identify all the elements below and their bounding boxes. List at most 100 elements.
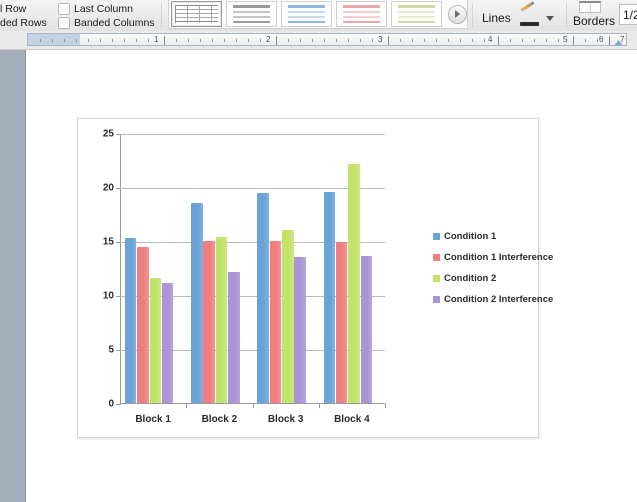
y-axis-tick-label: 15 bbox=[102, 236, 114, 248]
bar[interactable] bbox=[348, 164, 360, 403]
table-options-checkbox-group: l Row ded Rows Last Column Banded Column… bbox=[0, 0, 160, 31]
table-styles-gallery[interactable] bbox=[168, 0, 468, 29]
ruler-mark-3: 3 bbox=[378, 35, 383, 44]
legend-swatch-icon bbox=[433, 233, 440, 240]
x-axis-tick-mark bbox=[385, 404, 386, 408]
ruler-mark-4: 4 bbox=[488, 35, 493, 44]
x-axis-category-label: Block 1 bbox=[135, 414, 171, 425]
checkbox-banded-rows[interactable]: ded Rows bbox=[0, 16, 47, 30]
bar[interactable] bbox=[335, 242, 348, 403]
checkbox-box-icon[interactable] bbox=[58, 17, 70, 29]
checkbox-label: Banded Columns bbox=[74, 17, 155, 29]
checkbox-label: Last Column bbox=[74, 3, 133, 15]
table-style-plain[interactable] bbox=[171, 1, 222, 27]
bar[interactable] bbox=[360, 256, 373, 403]
y-axis-tick-label: 0 bbox=[108, 398, 114, 410]
table-style-red[interactable] bbox=[336, 1, 387, 27]
gridline bbox=[120, 188, 385, 189]
legend-item[interactable]: Condition 1 Interference bbox=[433, 247, 553, 268]
bar[interactable] bbox=[124, 237, 137, 403]
legend-swatch-icon bbox=[433, 296, 440, 303]
y-axis-tick-mark bbox=[116, 188, 120, 189]
ruler-indent-region bbox=[28, 34, 80, 45]
checkbox-label: l Row bbox=[0, 3, 27, 15]
legend-item[interactable]: Condition 2 Interference bbox=[433, 289, 553, 310]
style-preview-grid bbox=[285, 5, 328, 23]
table-style-green[interactable] bbox=[391, 1, 442, 27]
checkbox-banded-columns[interactable]: Banded Columns bbox=[58, 16, 155, 30]
ruler-mark-2: 2 bbox=[266, 35, 271, 44]
chart-legend: Condition 1 Condition 1 Interference Condi… bbox=[433, 226, 553, 310]
ruler-mark-6: 6 bbox=[599, 35, 604, 44]
y-axis-tick-label: 20 bbox=[102, 182, 114, 194]
ribbon-divider bbox=[472, 3, 473, 28]
y-axis-tick-label: 10 bbox=[102, 290, 114, 302]
bar[interactable] bbox=[137, 247, 149, 403]
y-axis-line bbox=[120, 134, 121, 405]
gridline bbox=[120, 134, 385, 135]
gallery-more-chevron-icon[interactable] bbox=[448, 4, 467, 24]
y-axis-tick-label: 25 bbox=[102, 128, 114, 140]
y-axis-tick-mark bbox=[116, 350, 120, 351]
bar[interactable] bbox=[149, 277, 162, 403]
legend-label: Condition 1 Interference bbox=[444, 252, 554, 263]
x-axis-category-label: Block 3 bbox=[267, 414, 304, 425]
pen-color-icon[interactable] bbox=[519, 1, 541, 28]
bar[interactable] bbox=[228, 272, 240, 403]
y-axis-tick-label: 5 bbox=[108, 344, 114, 356]
style-preview-grid bbox=[230, 5, 273, 23]
x-axis-tick-mark bbox=[186, 404, 188, 408]
bar[interactable] bbox=[191, 203, 203, 403]
bar[interactable] bbox=[294, 257, 306, 403]
legend-label: Condition 2 Interference bbox=[444, 294, 554, 305]
ribbon-toolbar: l Row ded Rows Last Column Banded Column… bbox=[0, 0, 637, 32]
chart-plot-area: 0 5 10 15 20 25 Block 1 Block 2 Block 3 Block 4 bbox=[103, 129, 386, 425]
horizontal-ruler[interactable]: 1 2 3 4 5 6 7 bbox=[27, 33, 627, 46]
bar[interactable] bbox=[161, 283, 174, 403]
borders-label: Borders bbox=[572, 14, 616, 28]
bar[interactable] bbox=[257, 193, 269, 403]
lines-label: Lines bbox=[482, 11, 511, 25]
x-axis-tick-mark bbox=[318, 404, 320, 408]
legend-item[interactable]: Condition 1 bbox=[433, 226, 533, 247]
legend-label: Condition 1 bbox=[444, 231, 497, 242]
pen-nib-icon bbox=[519, 1, 535, 12]
lines-control-group: Lines bbox=[482, 1, 568, 30]
legend-swatch-icon bbox=[433, 275, 440, 282]
ribbon-divider bbox=[566, 3, 567, 28]
table-style-gray[interactable] bbox=[226, 1, 277, 27]
style-preview-grid bbox=[340, 5, 383, 23]
style-preview-grid bbox=[395, 5, 438, 23]
style-preview-grid bbox=[175, 5, 218, 23]
legend-item[interactable]: Condition 2 bbox=[433, 268, 533, 289]
embedded-bar-chart[interactable]: 0 5 10 15 20 25 Block 1 Block 2 Block 3 Block 4 C… bbox=[77, 118, 553, 438]
legend-swatch-icon bbox=[433, 254, 440, 261]
y-axis-tick-mark bbox=[116, 134, 120, 135]
x-axis-category-label: Block 2 bbox=[201, 414, 238, 425]
line-weight-select[interactable]: 1/2 bbox=[619, 4, 637, 25]
checkbox-last-column[interactable]: Last Column bbox=[58, 2, 133, 16]
bar[interactable] bbox=[269, 241, 282, 403]
table-style-blue[interactable] bbox=[281, 1, 332, 27]
ruler-mark-1: 1 bbox=[154, 35, 159, 44]
bar[interactable] bbox=[215, 236, 228, 403]
bar[interactable] bbox=[282, 230, 294, 403]
legend-label: Condition 2 bbox=[444, 273, 497, 284]
ruler-mark-5: 5 bbox=[563, 35, 568, 44]
bar[interactable] bbox=[203, 241, 215, 403]
y-axis-tick-mark bbox=[116, 404, 120, 405]
borders-icon bbox=[579, 1, 601, 13]
ruler-band: 1 2 3 4 5 6 7 bbox=[0, 31, 637, 82]
chevron-down-icon[interactable] bbox=[545, 15, 554, 21]
bar[interactable] bbox=[323, 192, 336, 403]
document-page[interactable]: 0 5 10 15 20 25 Block 1 Block 2 Block 3 Block 4 C… bbox=[27, 50, 637, 502]
pen-color-bar-icon bbox=[519, 22, 539, 26]
x-axis-tick-mark bbox=[252, 404, 254, 408]
borders-button[interactable]: Borders bbox=[570, 1, 618, 31]
x-axis-category-label: Block 4 bbox=[334, 414, 370, 425]
y-axis-tick-mark bbox=[116, 242, 120, 243]
checkbox-label: ded Rows bbox=[0, 17, 47, 29]
checkbox-box-icon[interactable] bbox=[58, 3, 70, 15]
checkbox-header-row[interactable]: l Row bbox=[0, 2, 26, 16]
y-axis-tick-mark bbox=[116, 296, 120, 297]
